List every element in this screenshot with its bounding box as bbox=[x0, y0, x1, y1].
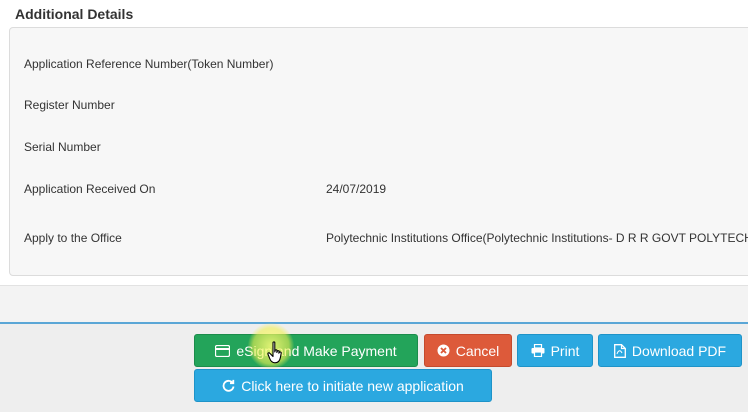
refresh-icon bbox=[222, 379, 235, 392]
received-on-label: Application Received On bbox=[24, 182, 156, 196]
download-pdf-label: Download PDF bbox=[631, 342, 727, 359]
times-circle-icon bbox=[437, 344, 450, 357]
ref-number-label: Application Reference Number(Token Numbe… bbox=[24, 57, 274, 71]
credit-card-icon bbox=[215, 344, 231, 357]
received-on-value: 24/07/2019 bbox=[326, 182, 387, 196]
esign-payment-button[interactable]: eSign and Make Payment bbox=[194, 334, 418, 367]
section-title: Additional Details bbox=[15, 6, 134, 22]
print-label: Print bbox=[550, 342, 580, 359]
additional-details-panel: Additional Details Application Reference… bbox=[0, 0, 748, 286]
esign-payment-label: eSign and Make Payment bbox=[236, 342, 397, 359]
cancel-label: Cancel bbox=[455, 342, 500, 359]
download-pdf-button[interactable]: Download PDF bbox=[598, 334, 742, 367]
print-icon bbox=[531, 344, 545, 357]
serial-number-label: Serial Number bbox=[24, 140, 101, 154]
file-pdf-icon bbox=[613, 343, 626, 358]
register-number-label: Register Number bbox=[24, 98, 115, 112]
new-application-label: Click here to initiate new application bbox=[241, 377, 464, 394]
print-button[interactable]: Print bbox=[517, 334, 593, 367]
new-application-button[interactable]: Click here to initiate new application bbox=[194, 369, 492, 402]
cancel-button[interactable]: Cancel bbox=[424, 334, 512, 367]
apply-office-label: Apply to the Office bbox=[24, 231, 122, 245]
apply-office-value: Polytechnic Institutions Office(Polytech… bbox=[326, 231, 748, 245]
